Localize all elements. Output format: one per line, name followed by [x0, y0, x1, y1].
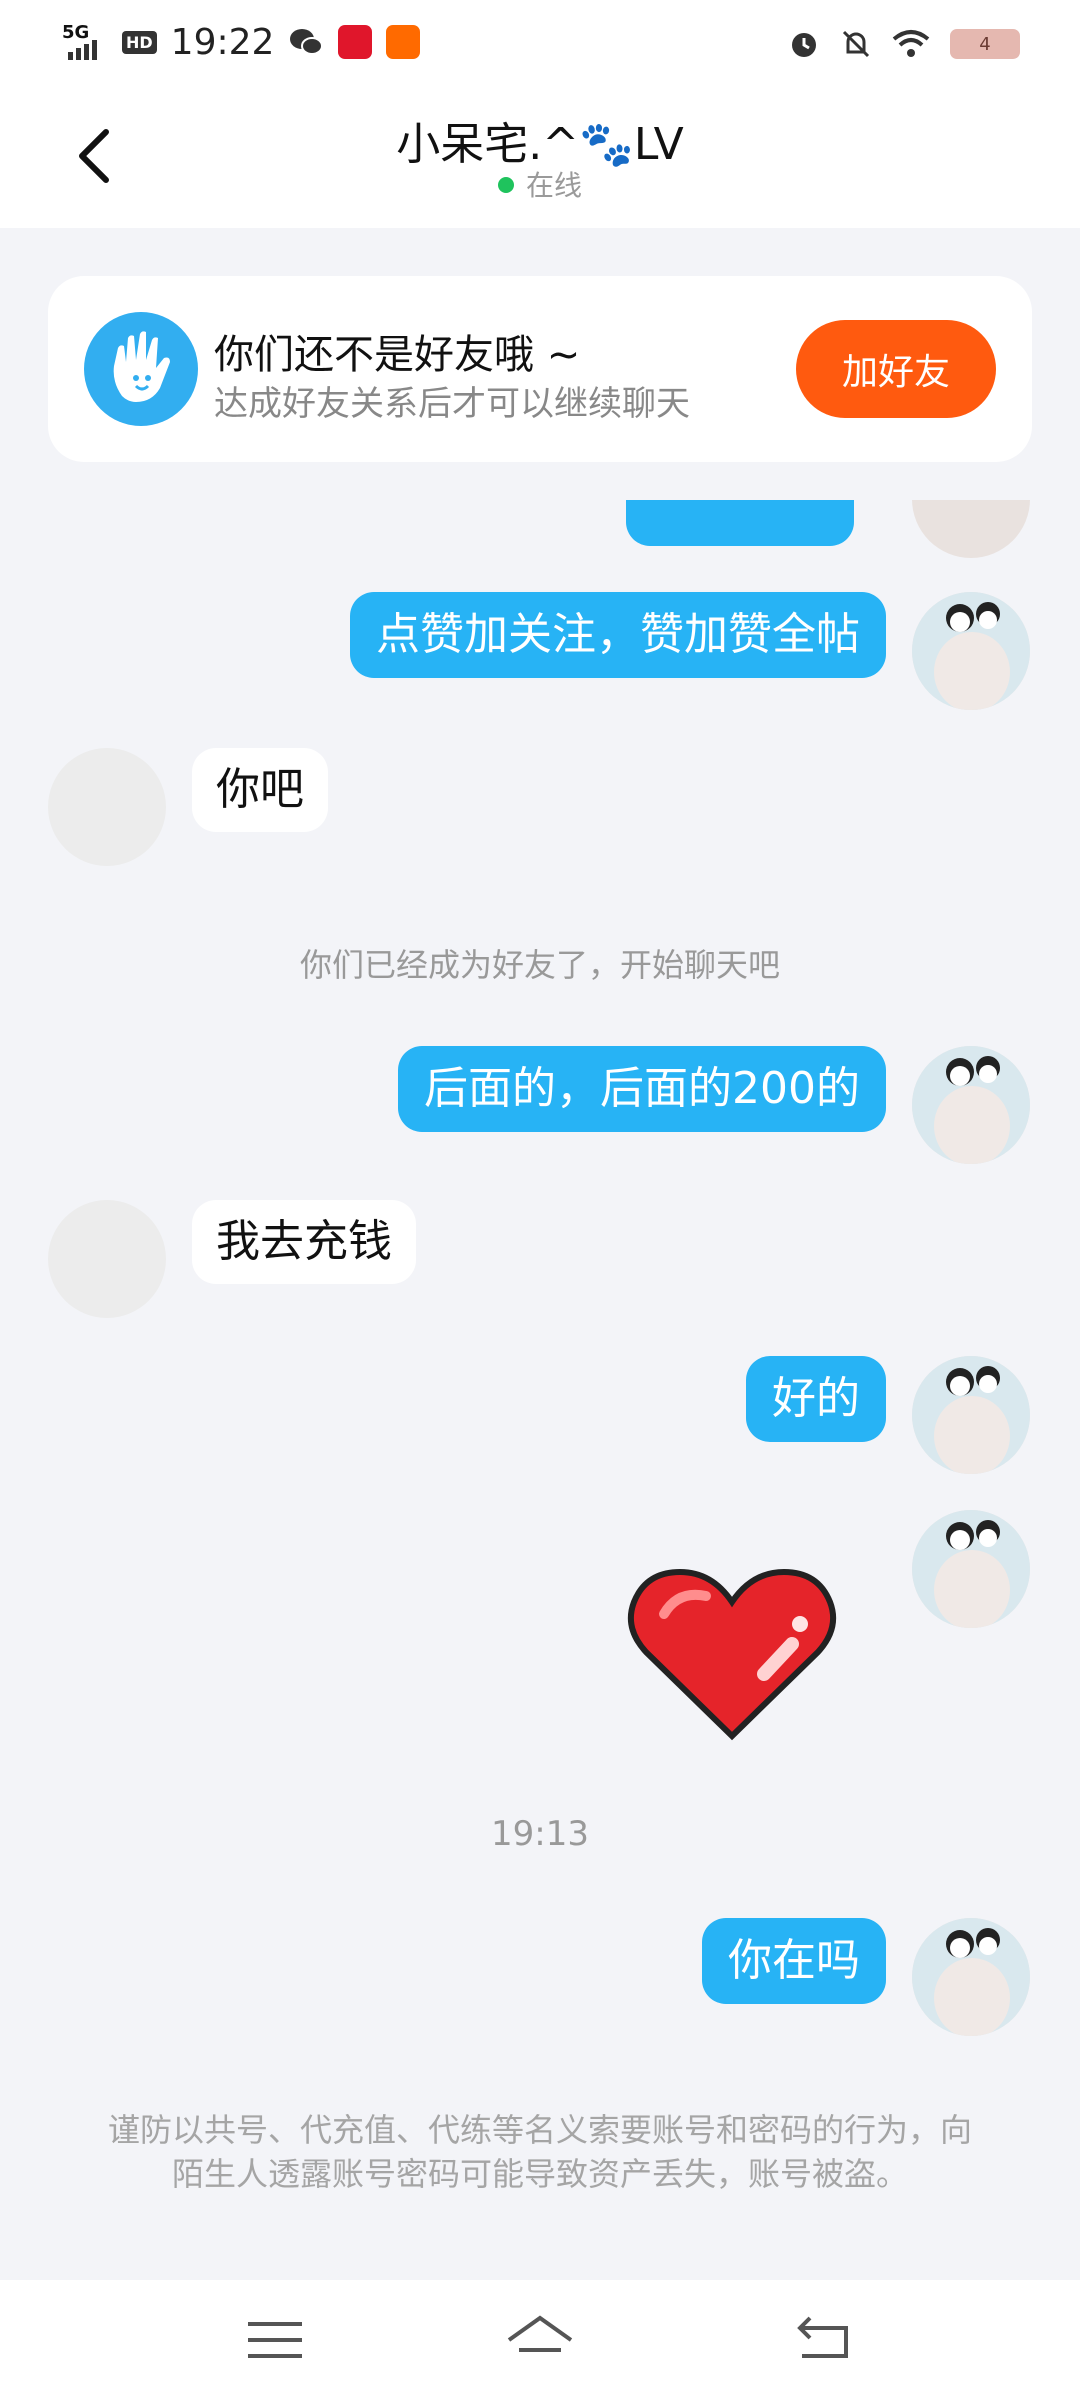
- message-bubble-self[interactable]: 你在吗: [702, 1918, 886, 2004]
- card-title: 你们还不是好友哦 ~: [214, 332, 581, 378]
- wechat-icon: [290, 29, 324, 55]
- status-left: 5G HD 19:22: [62, 18, 421, 66]
- alarm-icon: [792, 33, 816, 57]
- wave-hand-icon: [84, 312, 198, 426]
- system-nav-bar: [0, 2280, 1080, 2408]
- message-bubble-self[interactable]: 点赞加关注，赞加赞全帖: [350, 592, 886, 678]
- message-bubble-self[interactable]: [626, 500, 854, 546]
- menu-button[interactable]: [240, 2310, 310, 2370]
- message-bubble-self[interactable]: 好的: [746, 1356, 886, 1442]
- message-bubble-contact[interactable]: 我去充钱: [192, 1200, 416, 1284]
- home-icon: [507, 2315, 573, 2352]
- avatar-self[interactable]: [912, 500, 1030, 558]
- add-friend-button[interactable]: 加好友: [796, 320, 996, 418]
- avatar-contact[interactable]: [48, 1200, 166, 1318]
- wifi-icon: [892, 30, 930, 57]
- status-right: 4: [788, 22, 1020, 66]
- avatar-self[interactable]: [912, 592, 1030, 710]
- card-subtitle: 达成好友关系后才可以继续聊天: [214, 384, 690, 424]
- online-status-text: 在线: [525, 169, 582, 202]
- back-nav-icon: [797, 2316, 848, 2358]
- hd-badge: HD: [122, 30, 157, 54]
- back-nav-button[interactable]: [790, 2310, 860, 2370]
- online-status: 在线: [0, 164, 1080, 204]
- battery-level: 4: [979, 33, 991, 55]
- app-icon-red: [338, 25, 373, 59]
- heart-sticker[interactable]: [624, 1564, 840, 1744]
- app-icon-orange: [386, 25, 421, 59]
- avatar-contact[interactable]: [48, 748, 166, 866]
- status-bar: 5G HD 19:22 4: [0, 0, 1080, 86]
- signal-icon: 5G: [62, 22, 108, 60]
- security-warning: 谨防以共号、代充值、代练等名义索要账号和密码的行为，向陌生人透露账号密码可能导致…: [107, 2111, 972, 2193]
- avatar-self[interactable]: [912, 1046, 1030, 1164]
- clock: 19:22: [170, 21, 275, 63]
- message-list[interactable]: 点赞加关注，赞加赞全帖 你吧 你们已经成为好友了，开始聊天吧 后面的，后面的20…: [0, 500, 1080, 2090]
- menu-icon: [248, 2322, 302, 2358]
- chat-header: 小呆宅.^🐾LV 在线: [0, 86, 1080, 228]
- online-dot-icon: [497, 177, 514, 193]
- timestamp: 19:13: [491, 1814, 589, 1854]
- avatar-self[interactable]: [912, 1510, 1030, 1628]
- message-bubble-self[interactable]: 后面的，后面的200的: [398, 1046, 886, 1132]
- battery-icon: 4: [950, 29, 1020, 59]
- contact-name[interactable]: 小呆宅.^🐾LV: [0, 108, 1080, 172]
- avatar-self[interactable]: [912, 1918, 1030, 2036]
- system-notice: 你们已经成为好友了，开始聊天吧: [299, 946, 780, 984]
- bell-off-icon: [842, 30, 870, 58]
- heart-sticker-icon: [628, 1568, 836, 1741]
- home-button[interactable]: [505, 2310, 575, 2370]
- avatar-self[interactable]: [912, 1356, 1030, 1474]
- not-friend-card: 你们还不是好友哦 ~ 达成好友关系后才可以继续聊天 加好友: [48, 276, 1032, 462]
- message-bubble-contact[interactable]: 你吧: [192, 748, 328, 832]
